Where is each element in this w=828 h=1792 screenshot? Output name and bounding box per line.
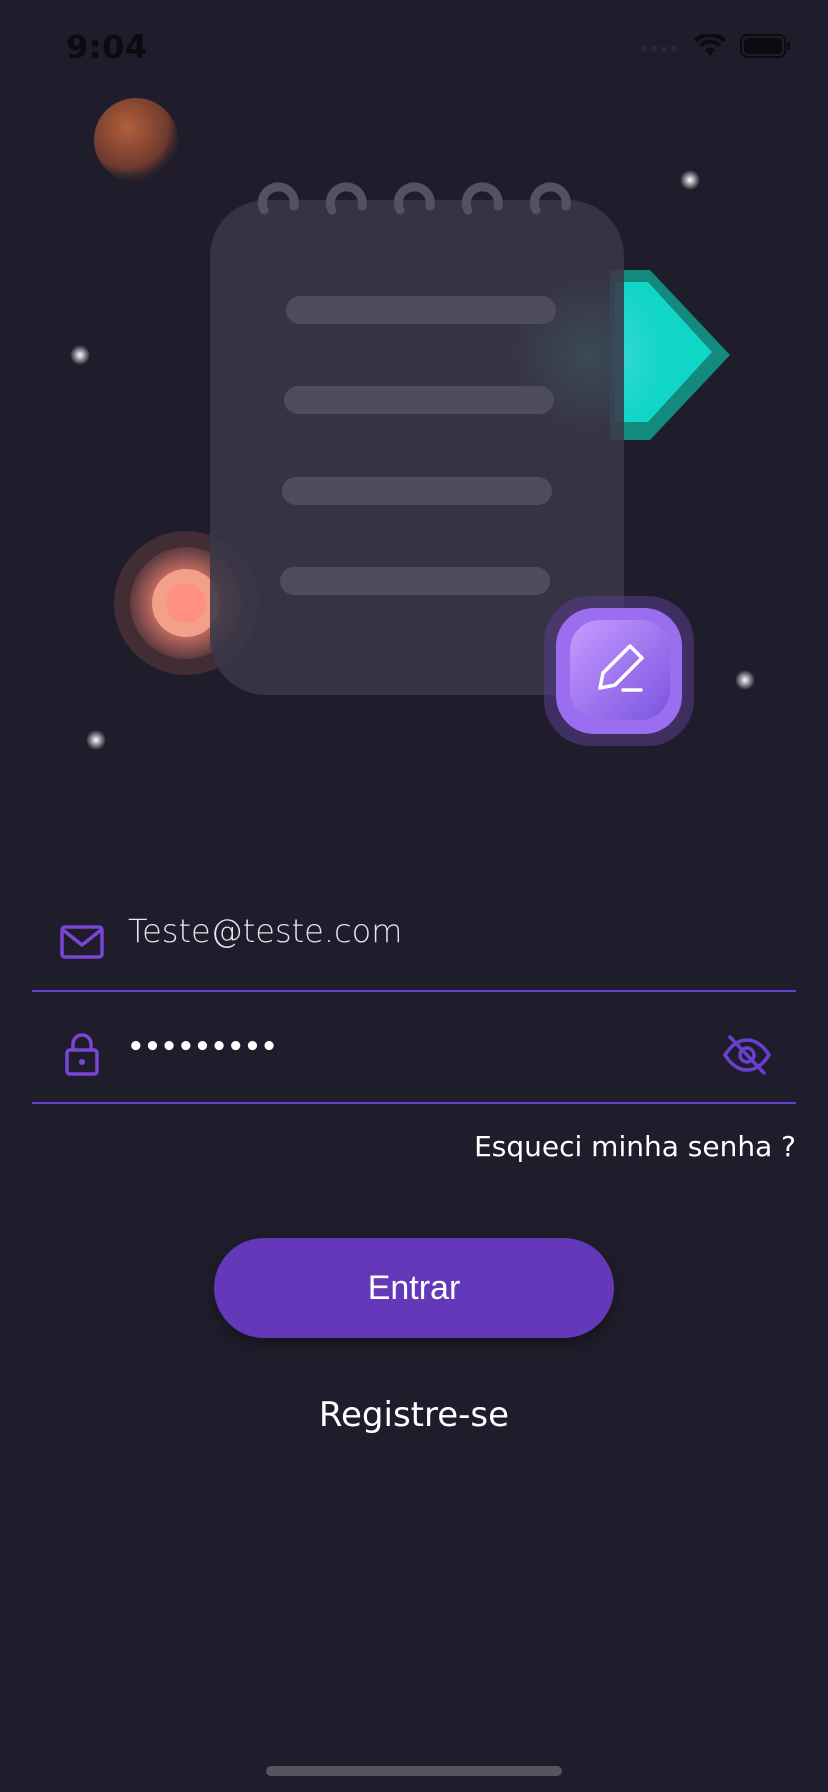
status-icons: [640, 34, 792, 58]
battery-icon: [740, 34, 790, 58]
login-button[interactable]: Entrar: [214, 1238, 614, 1338]
status-time: 9:04: [66, 28, 148, 66]
notepad-illustration: [70, 98, 755, 750]
password-field[interactable]: •••••••••: [32, 1002, 796, 1104]
mail-icon: [60, 925, 104, 959]
email-input-value[interactable]: Teste@teste.com: [128, 912, 402, 950]
signal-icon: [641, 46, 677, 52]
lock-icon: [65, 1033, 99, 1076]
planet-icon: [94, 98, 178, 182]
status-bar: 9:04: [0, 0, 828, 100]
eye-off-icon[interactable]: [722, 1032, 772, 1078]
email-field[interactable]: Teste@teste.com: [32, 890, 796, 992]
login-screen: 9:04 Teste@teste.com ••••••••• Esqueci m…: [0, 0, 828, 1792]
register-link[interactable]: Registre-se: [0, 1395, 828, 1435]
edit-pencil-icon: [544, 596, 694, 746]
wifi-icon: [694, 34, 726, 56]
home-indicator[interactable]: [266, 1766, 562, 1776]
forgot-password-link[interactable]: Esqueci minha senha ?: [474, 1130, 796, 1163]
password-input-value[interactable]: •••••••••: [128, 1032, 278, 1062]
